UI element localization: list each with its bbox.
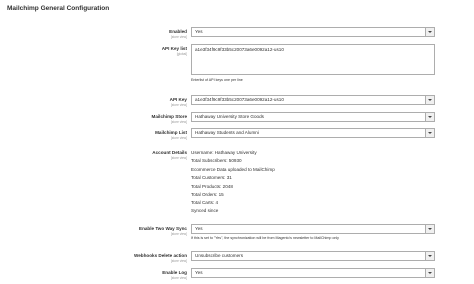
api-key-scope: [store view] <box>170 103 187 107</box>
chevron-down-icon <box>425 225 434 233</box>
enable-log-select[interactable]: Yes <box>191 268 435 278</box>
api-key-list-value: a1e3f34f9c9f33b5c20073a6e0092a12-us10 <box>195 47 284 52</box>
enabled-scope: [store view] <box>170 35 187 39</box>
mailchimp-list-scope: [store view] <box>170 136 187 140</box>
webhooks-delete-select-value: Unsubscribe customers <box>195 253 243 258</box>
account-detail-line: Total Orders: 15 <box>191 192 224 197</box>
mailchimp-store-label: Mailchimp Store <box>151 114 187 119</box>
enabled-select-value: Yes <box>195 29 203 34</box>
enable-log-scope: [store view] <box>170 276 187 280</box>
account-detail-line: Synced since <box>191 208 219 213</box>
chevron-down-icon <box>425 113 434 121</box>
account-detail-line: Total Customers: 31 <box>191 175 232 180</box>
enabled-label: Enabled <box>169 29 187 34</box>
account-detail-line: Total Subscribers: 50930 <box>191 158 242 163</box>
webhooks-delete-scope: [store view] <box>170 259 187 263</box>
mailchimp-store-select-value: Hathaway University Store Goods <box>195 114 264 119</box>
two-way-sync-scope: [store view] <box>170 232 187 236</box>
chevron-down-icon <box>425 269 434 277</box>
mailchimp-store-select[interactable]: Hathaway University Store Goods <box>191 112 435 122</box>
two-way-sync-note: If this is set to "Yes", the synchroniza… <box>191 236 339 240</box>
chevron-down-icon <box>425 129 434 137</box>
api-key-select[interactable]: a1e3f34f9c9f33b5c20073a6e0092a12-us10 <box>191 95 435 105</box>
chevron-down-icon <box>425 96 434 104</box>
mailchimp-list-select-value: Hathaway Students and Alumni <box>195 130 259 135</box>
api-key-select-value: a1e3f34f9c9f33b5c20073a6e0092a12-us10 <box>195 97 284 102</box>
api-key-label: API Key <box>169 97 187 102</box>
account-detail-line: Total Carts: 4 <box>191 200 219 205</box>
account-detail-line: Username: Hathaway University <box>191 150 257 155</box>
mailchimp-list-select[interactable]: Hathaway Students and Alumni <box>191 128 435 138</box>
two-way-sync-select-value: Yes <box>195 226 203 231</box>
two-way-sync-label: Enable Two Way Sync <box>139 226 187 231</box>
api-key-list-label: API Key list <box>161 46 187 51</box>
webhooks-delete-select[interactable]: Unsubscribe customers <box>191 251 435 261</box>
chevron-down-icon <box>425 28 434 36</box>
enable-log-label: Enable Log <box>162 270 187 275</box>
account-details-scope: [store view] <box>170 156 187 160</box>
mailchimp-list-label: Mailchimp List <box>155 130 187 135</box>
account-detail-line: Total Products: 2048 <box>191 184 233 189</box>
api-key-list-note: Enterlist of API keys one per line <box>191 78 243 82</box>
page-title: Mailchimp General Configuration <box>7 5 110 12</box>
mailchimp-store-scope: [store view] <box>170 120 187 124</box>
account-detail-line: Ecommerce Data uploaded to MailChimp <box>191 167 275 172</box>
enable-log-select-value: Yes <box>195 270 203 275</box>
api-key-list-scope: [global] <box>176 52 187 56</box>
webhooks-delete-label: Webhooks Delete action <box>133 253 187 258</box>
two-way-sync-select[interactable]: Yes <box>191 224 435 234</box>
account-details-label: Account Details <box>152 150 187 155</box>
api-key-list-textarea[interactable]: a1e3f34f9c9f33b5c20073a6e0092a12-us10 <box>191 44 435 75</box>
chevron-down-icon <box>425 252 434 260</box>
enabled-select[interactable]: Yes <box>191 27 435 37</box>
